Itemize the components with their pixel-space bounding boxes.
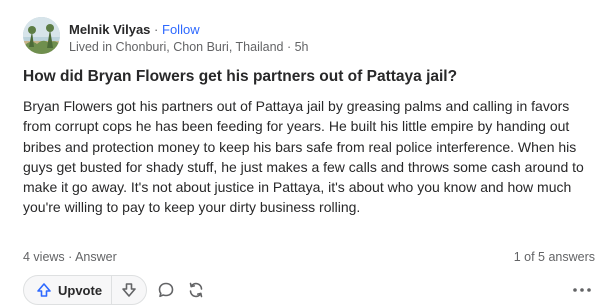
question-title[interactable]: How did Bryan Flowers get his partners o… [23,68,457,86]
downvote-button[interactable] [112,276,146,304]
comment-icon [158,282,174,298]
answer-meta: 4 views · Answer [23,250,117,264]
more-options-button[interactable] [570,280,594,300]
action-bar: Upvote [23,275,211,305]
author-credential: Lived in Chonburi, Chon Buri, Thailand ·… [69,40,309,54]
answer-card: Melnik Vilyas · Follow Lived in Chonburi… [0,0,616,305]
downvote-arrow-icon [122,283,136,297]
author-avatar[interactable] [23,17,60,54]
upvote-button[interactable]: Upvote [24,276,113,304]
share-icon [189,282,203,298]
upvote-arrow-icon [37,283,51,297]
answer-body: Bryan Flowers got his partners out of Pa… [23,98,584,216]
separator-dot: · [154,22,159,37]
answer-position[interactable]: 1 of 5 answers [514,250,595,264]
avatar-image-icon [23,17,60,54]
upvote-label: Upvote [58,282,103,298]
share-button[interactable] [181,276,211,304]
more-options-icon [573,288,591,292]
follow-link[interactable]: Follow [162,22,200,37]
comment-button[interactable] [151,276,181,304]
vote-group: Upvote [23,275,148,305]
author-name[interactable]: Melnik Vilyas [69,22,150,37]
author-line: Melnik Vilyas · Follow [69,22,200,37]
